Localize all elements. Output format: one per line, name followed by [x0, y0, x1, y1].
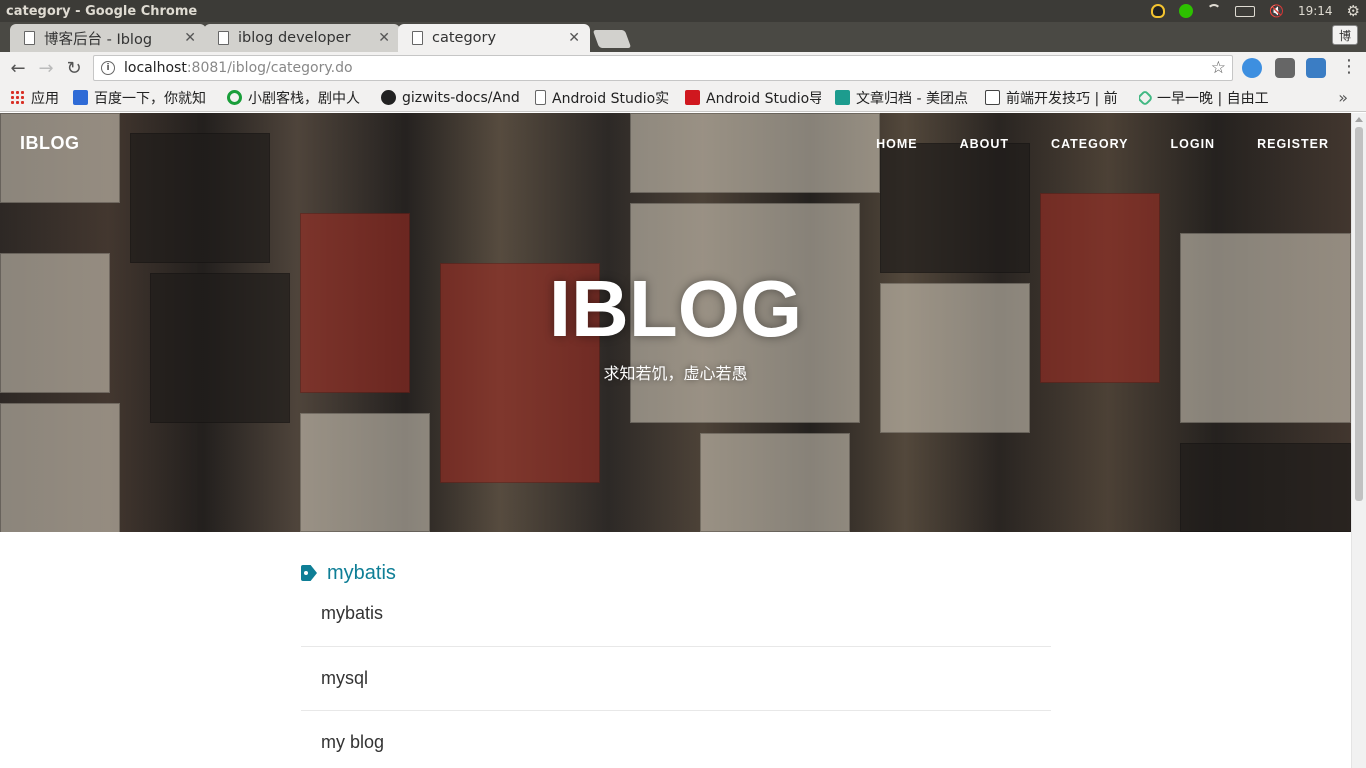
baidu-paw-icon	[73, 90, 88, 105]
bookmarks-bar: 应用 百度一下，你就知 小剧客栈，剧中人 gizwits-docs/And An…	[0, 84, 1366, 112]
bookmark-star-icon[interactable]: ☆	[1211, 58, 1226, 78]
nav-login[interactable]: LOGIN	[1171, 137, 1216, 151]
list-item[interactable]: mysql	[301, 647, 1051, 711]
ime-indicator[interactable]: 博	[1332, 25, 1358, 45]
wifi-icon[interactable]	[1207, 4, 1221, 18]
battery-icon[interactable]	[1235, 5, 1255, 17]
menu-dots-icon[interactable]: ⋮	[1340, 56, 1358, 77]
book-icon	[985, 90, 1000, 105]
bookmark-item[interactable]: 百度一下，你就知	[73, 88, 213, 108]
scrollbar-thumb[interactable]	[1355, 127, 1363, 501]
close-icon[interactable]: ✕	[184, 30, 196, 46]
extension-icon[interactable]	[1275, 58, 1295, 78]
url-host: localhost	[124, 60, 187, 76]
list-item[interactable]: mybatis	[301, 599, 1051, 647]
gear-icon[interactable]: ⚙	[1347, 2, 1360, 20]
bookmark-item[interactable]: gizwits-docs/And	[381, 90, 521, 106]
tag-icon	[301, 565, 317, 581]
qq-penguin-icon[interactable]	[1151, 4, 1165, 18]
nav-category[interactable]: CATEGORY	[1051, 137, 1128, 151]
category-list: mybatis mysql my blog	[301, 599, 1051, 768]
browser-toolbar: ← → ↻ i localhost:8081/iblog/category.do…	[0, 52, 1366, 84]
vue-icon	[1139, 89, 1154, 106]
page-icon	[412, 31, 423, 45]
hero-banner: IBLOG HOME ABOUT CATEGORY LOGIN REGISTER…	[0, 113, 1351, 532]
poster-image	[300, 413, 430, 532]
bookmark-item[interactable]: 小剧客栈，剧中人	[227, 88, 367, 108]
page-viewport: IBLOG HOME ABOUT CATEGORY LOGIN REGISTER…	[0, 113, 1351, 768]
hero-subtitle: 求知若饥，虚心若愚	[603, 364, 748, 383]
extension-icon[interactable]	[1306, 58, 1326, 78]
poster-image	[0, 403, 120, 532]
tab-iblog-developer[interactable]: iblog developer ✕	[204, 24, 400, 52]
file-icon	[535, 90, 546, 105]
back-arrow-icon[interactable]: ←	[4, 54, 32, 82]
tab-iblog-admin[interactable]: 博客后台 - Iblog ✕	[10, 24, 206, 52]
forward-arrow-icon[interactable]: →	[32, 54, 60, 82]
nav-about[interactable]: ABOUT	[960, 137, 1009, 151]
nav-links: HOME ABOUT CATEGORY LOGIN REGISTER	[834, 137, 1329, 151]
scroll-up-icon[interactable]	[1355, 117, 1363, 122]
bookmark-item[interactable]: 前端开发技巧 | 前	[985, 88, 1125, 108]
meituan-icon	[835, 90, 850, 105]
extension-icon[interactable]	[1242, 58, 1262, 78]
address-bar[interactable]: i localhost:8081/iblog/category.do ☆	[93, 55, 1233, 81]
list-item[interactable]: my blog	[301, 711, 1051, 768]
close-icon[interactable]: ✕	[568, 30, 580, 46]
chevron-more-icon[interactable]: »	[1338, 88, 1348, 107]
bookmark-item[interactable]: 文章归档 - 美团点	[835, 88, 971, 108]
category-heading-label: mybatis	[327, 561, 396, 584]
window-title: category - Google Chrome	[6, 3, 198, 19]
bookmark-item[interactable]: Android Studio实	[535, 88, 671, 108]
poster-image	[700, 433, 850, 532]
nav-register[interactable]: REGISTER	[1257, 137, 1329, 151]
bookmark-item[interactable]: 一早一晚 | 自由工	[1139, 88, 1275, 108]
drama-icon	[227, 90, 242, 105]
site-navbar: IBLOG HOME ABOUT CATEGORY LOGIN REGISTER	[0, 113, 1351, 175]
reload-icon[interactable]: ↻	[60, 54, 88, 82]
tab-label: category	[432, 30, 497, 46]
category-section: mybatis mybatis mysql my blog	[301, 559, 1051, 768]
tab-label: iblog developer	[238, 30, 351, 46]
category-heading[interactable]: mybatis	[301, 559, 1051, 587]
info-icon[interactable]: i	[101, 61, 115, 75]
page-icon	[218, 31, 229, 45]
poster-image	[1180, 443, 1351, 532]
site-brand[interactable]: IBLOG	[20, 133, 80, 154]
github-icon	[381, 90, 396, 105]
wechat-icon[interactable]	[1179, 4, 1193, 18]
close-icon[interactable]: ✕	[378, 30, 390, 46]
page-icon	[24, 31, 35, 45]
bookmark-item[interactable]: Android Studio导	[685, 88, 821, 108]
apps-grid-icon	[10, 90, 25, 105]
tab-strip: 博客后台 - Iblog ✕ iblog developer ✕ categor…	[0, 22, 1366, 52]
url-path: :8081/iblog/category.do	[186, 60, 353, 76]
bookmark-apps[interactable]: 应用	[10, 88, 59, 108]
csdn-icon	[685, 90, 700, 105]
tab-category[interactable]: category ✕	[398, 24, 590, 52]
nav-home[interactable]: HOME	[876, 137, 918, 151]
new-tab-button[interactable]	[592, 30, 632, 48]
page-scrollbar[interactable]	[1351, 113, 1366, 768]
hero-title: IBLOG	[548, 264, 803, 353]
system-tray: 🔇 19:14 ⚙	[1151, 0, 1360, 22]
window-title-bar: category - Google Chrome 🔇 19:14 ⚙	[0, 0, 1366, 22]
volume-mute-icon[interactable]: 🔇	[1269, 4, 1284, 18]
tab-label: 博客后台 - Iblog	[44, 31, 153, 48]
clock[interactable]: 19:14	[1298, 4, 1333, 18]
